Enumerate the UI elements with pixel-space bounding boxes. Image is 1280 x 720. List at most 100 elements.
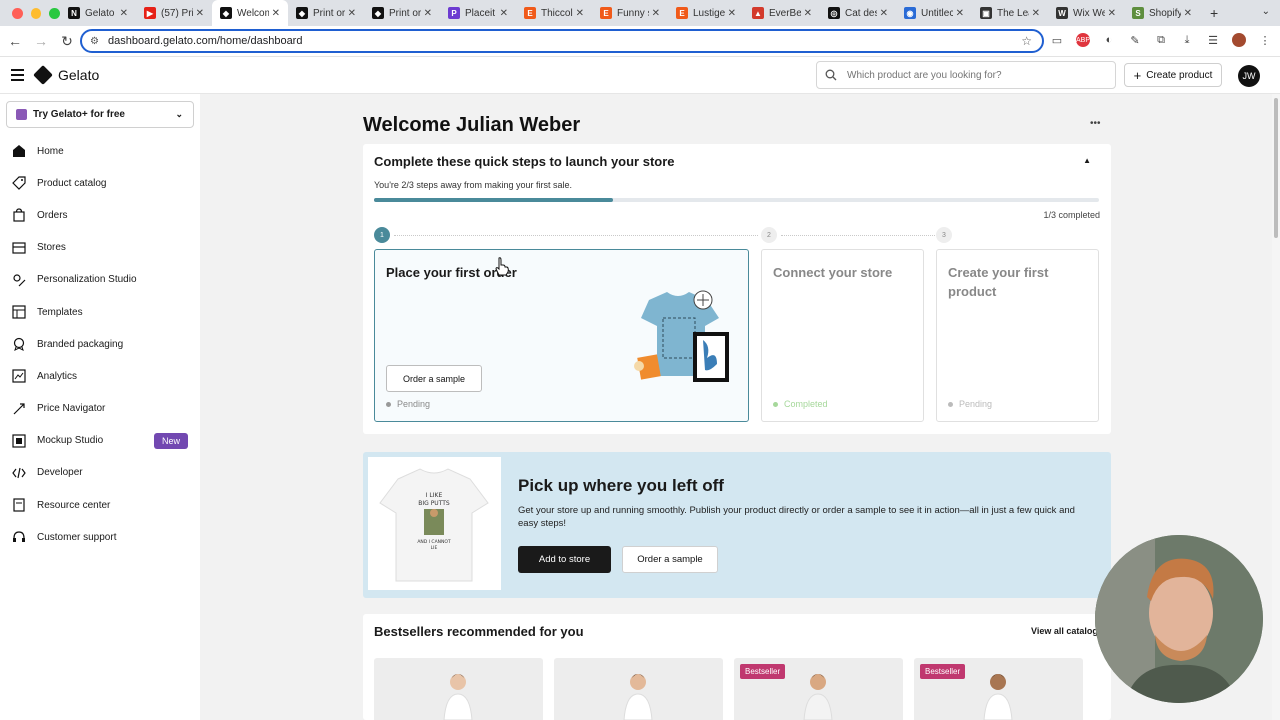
browser-tab[interactable]: E Funny s✕ bbox=[592, 0, 668, 26]
more-options-icon[interactable]: ••• bbox=[1090, 118, 1101, 129]
view-all-catalog-link[interactable]: View all catalog bbox=[1031, 626, 1098, 636]
product-card[interactable] bbox=[374, 658, 543, 720]
reload-icon[interactable]: ↻ bbox=[56, 33, 78, 50]
bookmark-star-icon[interactable]: ☆ bbox=[1021, 34, 1032, 48]
tab-search-icon[interactable]: ⌄ bbox=[1262, 6, 1270, 17]
product-card[interactable]: Bestseller bbox=[734, 658, 903, 720]
back-icon[interactable]: ← bbox=[4, 33, 26, 49]
profile-avatar[interactable] bbox=[1232, 33, 1246, 47]
page-title: Welcome Julian Weber bbox=[363, 114, 581, 136]
tab-close-icon[interactable]: ✕ bbox=[1184, 8, 1192, 19]
puzzle-extension-icon[interactable]: ⧉ bbox=[1154, 33, 1168, 47]
home-icon bbox=[11, 144, 26, 159]
sidebar-item-developer[interactable]: Developer bbox=[0, 457, 200, 489]
tab-close-icon[interactable]: ✕ bbox=[196, 8, 204, 19]
browser-tab[interactable]: ▲ EverBe ✕ bbox=[744, 0, 820, 26]
tab-close-icon[interactable]: ✕ bbox=[120, 8, 128, 19]
step-card-create-product[interactable]: Create your first product Pending bbox=[936, 249, 1099, 422]
browser-tab[interactable]: ◉ Untitlec ✕ bbox=[896, 0, 972, 26]
steps-subtitle: You're 2/3 steps away from making your f… bbox=[374, 180, 572, 190]
add-to-store-button[interactable]: Add to store bbox=[518, 546, 611, 573]
sidebar-item-customer-support[interactable]: Customer support bbox=[0, 521, 200, 553]
sidebar-item-price-navigator[interactable]: Price Navigator bbox=[0, 393, 200, 425]
step-connector bbox=[394, 235, 758, 236]
tab-close-icon[interactable]: ✕ bbox=[652, 8, 660, 19]
product-model-image bbox=[623, 674, 653, 720]
sidebar-item-orders[interactable]: Orders bbox=[0, 199, 200, 231]
product-card[interactable]: Bestseller bbox=[914, 658, 1083, 720]
create-product-button[interactable]: + Create product bbox=[1124, 63, 1222, 87]
browser-tab[interactable]: ◎ Cat des ✕ bbox=[820, 0, 896, 26]
sidebar-item-branded-packaging[interactable]: Branded packaging bbox=[0, 328, 200, 360]
sidebar-item-templates[interactable]: Templates bbox=[0, 296, 200, 328]
close-window-button[interactable] bbox=[12, 7, 23, 19]
reading-list-icon[interactable]: ☰ bbox=[1206, 33, 1220, 47]
browser-tab[interactable]: S Shopify ✕ bbox=[1124, 0, 1200, 26]
user-avatar[interactable]: JW bbox=[1238, 65, 1260, 87]
forward-icon[interactable]: → bbox=[30, 33, 52, 49]
browser-tab[interactable]: P Placeit ✕ bbox=[440, 0, 516, 26]
sidebar-item-mockup-studio[interactable]: Mockup Studio New bbox=[0, 425, 200, 457]
tab-close-icon[interactable]: ✕ bbox=[272, 8, 280, 19]
minimize-window-button[interactable] bbox=[30, 7, 42, 19]
browser-tab[interactable]: N Gelato ✕ bbox=[60, 0, 136, 26]
product-card[interactable] bbox=[554, 658, 723, 720]
gelato-logo[interactable]: Gelato bbox=[33, 65, 99, 85]
product-search[interactable] bbox=[816, 61, 1116, 89]
pen-extension-icon[interactable]: ✎ bbox=[1128, 33, 1142, 47]
tab-title: Placeit bbox=[465, 7, 496, 19]
sidebar-item-home[interactable]: Home bbox=[0, 135, 200, 167]
templates-icon bbox=[11, 305, 26, 320]
sidebar-item-product-catalog[interactable]: Product catalog bbox=[0, 167, 200, 199]
maximize-window-button[interactable] bbox=[49, 7, 61, 19]
tab-close-icon[interactable]: ✕ bbox=[956, 8, 964, 19]
browser-tab[interactable]: ◆ Print or ✕ bbox=[288, 0, 364, 26]
browser-tab[interactable]: E Lustige ✕ bbox=[668, 0, 744, 26]
sidebar-item-label: Orders bbox=[37, 209, 68, 221]
tab-title: Welcom bbox=[237, 7, 269, 19]
scrollbar-thumb[interactable] bbox=[1274, 98, 1278, 238]
step-card-place-order[interactable]: Place your first order Order a sample Pe… bbox=[374, 249, 749, 422]
try-gelato-plus-dropdown[interactable]: Try Gelato+ for free ⌄ bbox=[6, 101, 194, 128]
extension-icon[interactable]: ◐ bbox=[1102, 33, 1116, 47]
site-info-icon[interactable]: ⚙ bbox=[90, 36, 100, 47]
product-thumbnail[interactable]: I LIKE BIG PUTTS AND I CANNOT LIE bbox=[368, 457, 501, 590]
step-card-connect-store[interactable]: Connect your store Completed bbox=[761, 249, 924, 422]
browser-tab[interactable]: ◆ Welcom✕ bbox=[212, 0, 288, 26]
order-sample-button[interactable]: Order a sample bbox=[622, 546, 718, 573]
browser-tab[interactable]: ◆ Print or ✕ bbox=[364, 0, 440, 26]
completed-count: 1/3 completed bbox=[1043, 210, 1100, 220]
tab-favicon-icon: E bbox=[524, 7, 536, 19]
sidebar-item-resource-center[interactable]: Resource center bbox=[0, 489, 200, 521]
tab-close-icon[interactable]: ✕ bbox=[1108, 8, 1116, 19]
hamburger-menu-icon[interactable] bbox=[11, 69, 24, 84]
browser-tab[interactable]: E Thiccol ✕ bbox=[516, 0, 592, 26]
collapse-chevron-icon[interactable]: ▲ bbox=[1083, 156, 1091, 165]
sidebar-item-analytics[interactable]: Analytics bbox=[0, 360, 200, 392]
step-title: Create your first product bbox=[948, 265, 1049, 299]
download-icon[interactable]: ⤓ bbox=[1180, 33, 1194, 47]
browser-tab[interactable]: ▶ (57) Pri ✕ bbox=[136, 0, 212, 26]
tab-favicon-icon: E bbox=[676, 7, 688, 19]
tab-close-icon[interactable]: ✕ bbox=[804, 8, 812, 19]
tab-close-icon[interactable]: ✕ bbox=[424, 8, 432, 19]
tab-close-icon[interactable]: ✕ bbox=[880, 8, 888, 19]
page-scrollbar[interactable] bbox=[1272, 94, 1280, 720]
adblock-extension-icon[interactable]: ABP bbox=[1076, 33, 1090, 47]
tab-close-icon[interactable]: ✕ bbox=[500, 8, 508, 19]
search-input[interactable] bbox=[847, 69, 1097, 81]
browser-tab[interactable]: ▣ The Lea✕ bbox=[972, 0, 1048, 26]
address-bar[interactable]: ⚙ dashboard.gelato.com/home/dashboard ☆ bbox=[80, 29, 1044, 53]
tab-close-icon[interactable]: ✕ bbox=[576, 8, 584, 19]
screenshot-extension-icon[interactable]: ▭ bbox=[1050, 33, 1064, 47]
sidebar-item-personalization-studio[interactable]: Personalization Studio bbox=[0, 264, 200, 296]
sidebar-item-stores[interactable]: Stores bbox=[0, 232, 200, 264]
tab-close-icon[interactable]: ✕ bbox=[348, 8, 356, 19]
order-sample-button[interactable]: Order a sample bbox=[386, 365, 482, 392]
browser-menu-icon[interactable]: ⋮ bbox=[1258, 33, 1272, 47]
new-tab-button[interactable]: + bbox=[1200, 5, 1228, 21]
browser-tab[interactable]: W Wix We ✕ bbox=[1048, 0, 1124, 26]
sidebar-nav: Home Product catalog Orders Stores Personali… bbox=[0, 135, 200, 553]
tab-close-icon[interactable]: ✕ bbox=[728, 8, 736, 19]
tab-close-icon[interactable]: ✕ bbox=[1032, 8, 1040, 19]
